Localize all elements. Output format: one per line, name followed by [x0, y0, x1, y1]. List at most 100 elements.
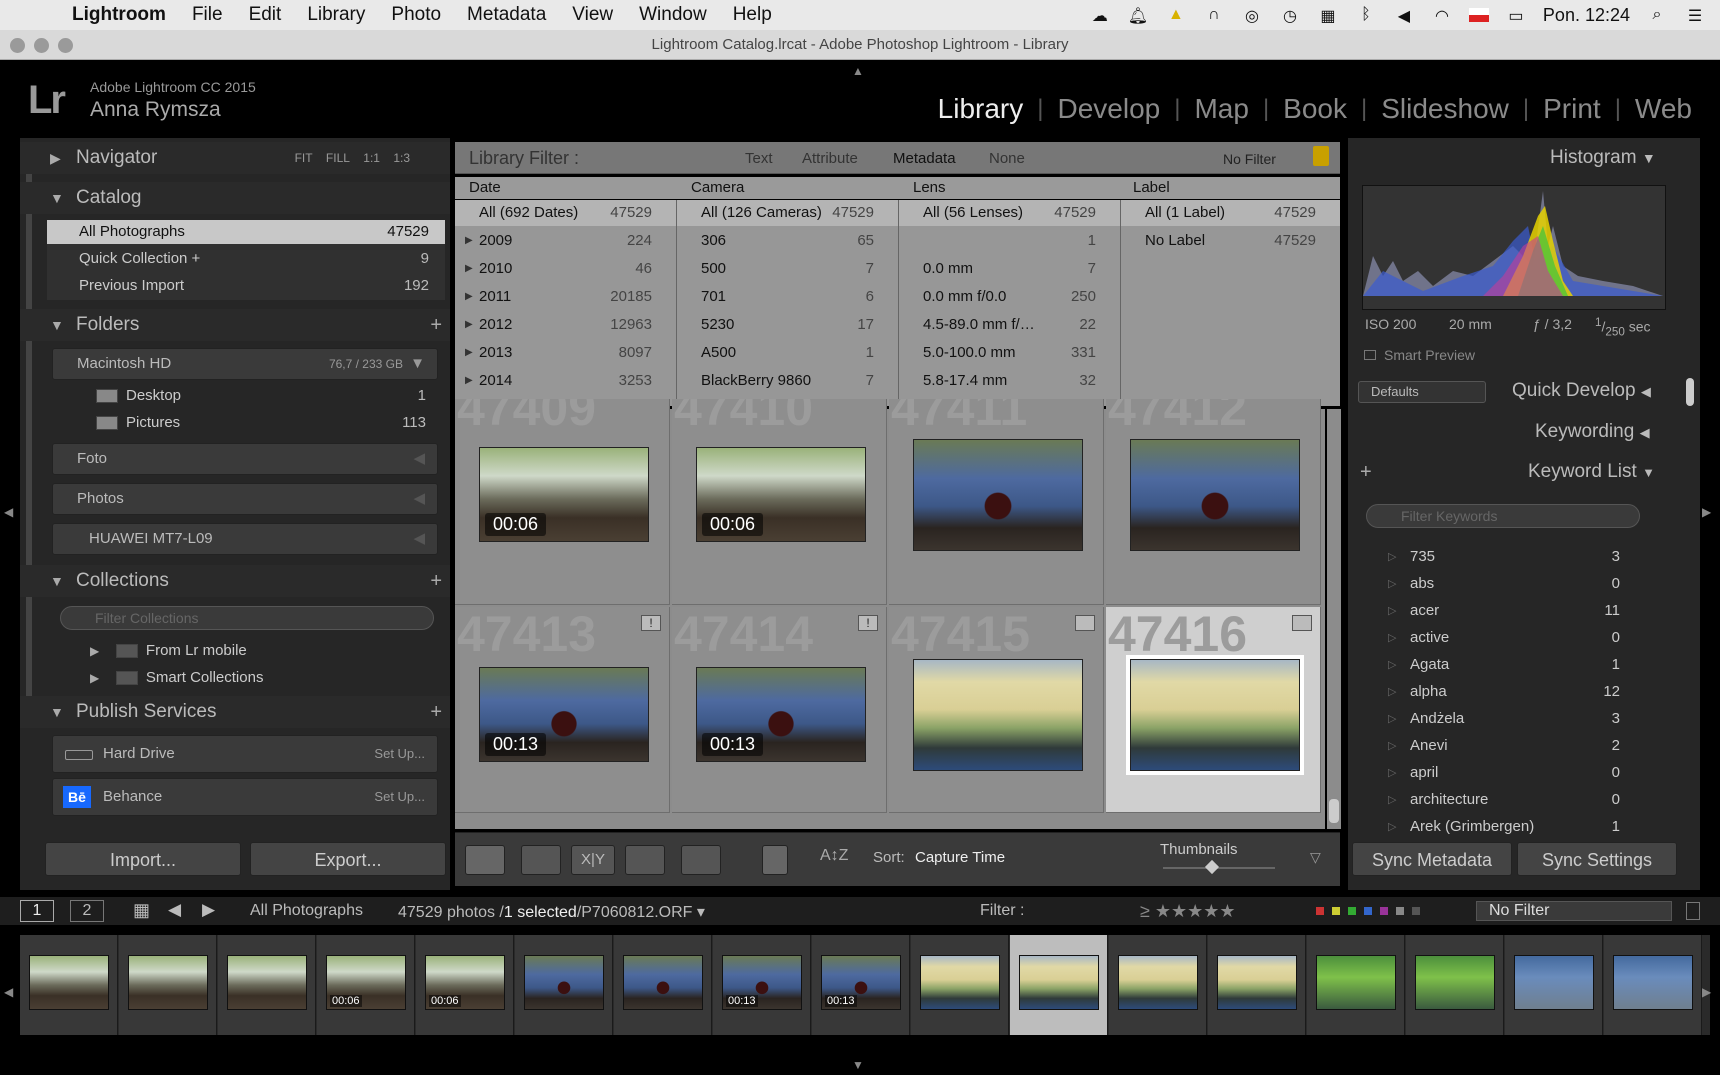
close-button[interactable]	[10, 38, 25, 53]
expand-icon[interactable]: ▶	[465, 228, 473, 254]
date-filter-row[interactable]: ▶ 2014 3253	[455, 368, 676, 394]
keyword-item[interactable]: ▷ april 0	[1388, 761, 1620, 785]
expand-icon[interactable]: ▷	[1388, 815, 1396, 839]
filmstrip-filter-dropdown[interactable]: No Filter	[1476, 901, 1672, 921]
menu-edit[interactable]: Edit	[249, 4, 282, 26]
warning-icon[interactable]: ▲	[1165, 6, 1187, 24]
module-print[interactable]: Print	[1529, 93, 1615, 125]
color-label-filter[interactable]	[1316, 907, 1420, 915]
camera-filter-row[interactable]: BlackBerry 9860 7	[677, 368, 898, 394]
compare-view-button[interactable]: X|Y	[571, 845, 615, 875]
sync-metadata-button[interactable]: Sync Metadata	[1352, 842, 1512, 876]
photo-thumbnail[interactable]: 00:06	[696, 447, 866, 542]
grid-cell[interactable]: 47415	[889, 607, 1104, 813]
grid-cell[interactable]: 47413 00:13!	[455, 607, 670, 813]
photo-thumbnail[interactable]	[913, 659, 1083, 771]
filmstrip-item[interactable]	[119, 935, 217, 1035]
add-collection-icon[interactable]: +	[430, 565, 442, 597]
zoom-fill[interactable]: FILL	[326, 151, 350, 165]
filter-tab-text[interactable]: Text	[745, 150, 773, 167]
grid-scrollbar-thumb[interactable]	[1329, 799, 1339, 823]
expand-icon[interactable]: ▷	[1388, 653, 1396, 677]
camera-filter-row[interactable]: 500 7	[677, 256, 898, 282]
module-book[interactable]: Book	[1269, 93, 1361, 125]
filmstrip-item[interactable]	[218, 935, 316, 1035]
list-icon[interactable]: ☰	[1684, 6, 1706, 25]
lock-icon[interactable]	[1313, 146, 1329, 166]
menu-window[interactable]: Window	[639, 4, 707, 26]
grid-scrollbar-track[interactable]	[1327, 409, 1341, 829]
date-filter-row[interactable]: ▶ 2013 8097	[455, 340, 676, 366]
publish-services-header[interactable]: ▼ Publish Services +	[20, 696, 450, 728]
filmstrip-item[interactable]	[1010, 935, 1108, 1035]
menu-file[interactable]: File	[192, 4, 223, 26]
camera-filter-row[interactable]: 306 65	[677, 228, 898, 254]
creative-cloud-icon[interactable]: ☁	[1089, 6, 1111, 25]
clock[interactable]: Pon. 12:24	[1543, 5, 1630, 26]
rating-filter[interactable]: ≥ ★★★★★	[1140, 901, 1236, 922]
expand-icon[interactable]: ▷	[1388, 788, 1396, 812]
filmstrip-thumbnail[interactable]	[1514, 955, 1594, 1010]
filmstrip-thumbnail[interactable]	[524, 955, 604, 1010]
filmstrip-thumbnail[interactable]	[623, 955, 703, 1010]
grid-cell[interactable]: 47410 00:06	[672, 399, 887, 605]
photo-thumbnail[interactable]: 00:13	[696, 667, 866, 762]
filmstrip-thumbnail[interactable]	[128, 955, 208, 1010]
folder-desktop[interactable]: Desktop 1	[96, 384, 426, 408]
filmstrip-thumbnail[interactable]: 00:13	[722, 955, 802, 1010]
date-filter-row[interactable]: ▶ 2011 20185	[455, 284, 676, 310]
filmstrip-thumbnail[interactable]	[1118, 955, 1198, 1010]
filmstrip-item[interactable]	[20, 935, 118, 1035]
survey-view-button[interactable]	[625, 845, 665, 875]
sort-dropdown[interactable]: Capture Time	[915, 849, 1005, 866]
camera-filter-row[interactable]: 5230 17	[677, 312, 898, 338]
publish-behance[interactable]: Bē Behance Set Up...	[52, 778, 438, 816]
photo-thumbnail[interactable]	[1126, 655, 1304, 775]
grid-view-button[interactable]	[465, 845, 505, 875]
catalog-item-previous-import[interactable]: Previous Import 192	[79, 274, 429, 298]
warning-badge-icon[interactable]: !	[858, 615, 878, 631]
column-label[interactable]: Label	[1133, 179, 1170, 196]
expand-icon[interactable]: ▷	[1388, 734, 1396, 758]
photo-thumbnail[interactable]	[913, 439, 1083, 551]
people-view-button[interactable]	[681, 845, 721, 875]
photo-thumbnail[interactable]	[1130, 439, 1300, 551]
keyword-item[interactable]: ▷ 735 3	[1388, 545, 1620, 569]
window-1-button[interactable]: 1	[20, 900, 54, 922]
lens-filter-row[interactable]: 4.5-89.0 mm f/… 22	[899, 312, 1120, 338]
filmstrip-item[interactable]	[1109, 935, 1207, 1035]
keyboard-icon[interactable]: ▦	[1317, 6, 1339, 25]
keyword-item[interactable]: ▷ alpha 12	[1388, 680, 1620, 704]
keyword-item[interactable]: ▷ acer 11	[1388, 599, 1620, 623]
filmstrip-item[interactable]: 00:06	[416, 935, 514, 1035]
expand-icon[interactable]: ▶	[465, 312, 473, 338]
lens-filter-row[interactable]: All (56 Lenses) 47529	[899, 200, 1120, 226]
filmstrip-item[interactable]	[1505, 935, 1603, 1035]
keyword-item[interactable]: ▷ active 0	[1388, 626, 1620, 650]
filmstrip-thumbnail[interactable]	[920, 955, 1000, 1010]
grid-cell[interactable]: 47412	[1106, 399, 1321, 605]
menu-photo[interactable]: Photo	[391, 4, 441, 26]
folder-pictures[interactable]: Pictures 113	[96, 411, 426, 435]
volume-huawei[interactable]: HUAWEI MT7-L09 ◀	[52, 523, 438, 555]
sync-icon[interactable]: ◎	[1241, 6, 1263, 25]
quick-develop-preset[interactable]: Defaults	[1358, 381, 1486, 403]
zoom-fit[interactable]: FIT	[295, 151, 313, 165]
filter-lock-icon[interactable]	[1686, 902, 1700, 920]
grid-cell[interactable]: 47414 00:13!	[672, 607, 887, 813]
filter-keywords-input[interactable]: Filter Keywords	[1366, 504, 1640, 528]
headset-icon[interactable]: ∩	[1203, 6, 1225, 24]
folders-header[interactable]: ▼ Folders +	[20, 309, 450, 341]
filmstrip-item[interactable]	[515, 935, 613, 1035]
lens-filter-row[interactable]: 5.8-17.4 mm 32	[899, 368, 1120, 394]
left-panel-scrollbar[interactable]	[26, 150, 32, 715]
grid-cell[interactable]: 47409 00:06	[455, 399, 670, 605]
expand-icon[interactable]: ▶	[465, 256, 473, 282]
metadata-badge-icon[interactable]	[1292, 615, 1312, 631]
import-button[interactable]: Import...	[45, 842, 241, 876]
slider-thumb[interactable]	[1204, 859, 1220, 875]
label-filter-row[interactable]: All (1 Label) 47529	[1121, 200, 1340, 226]
camera-filter-row[interactable]: All (126 Cameras) 47529	[677, 200, 898, 226]
add-folder-icon[interactable]: +	[430, 309, 442, 341]
filter-tab-metadata[interactable]: Metadata	[893, 150, 956, 167]
